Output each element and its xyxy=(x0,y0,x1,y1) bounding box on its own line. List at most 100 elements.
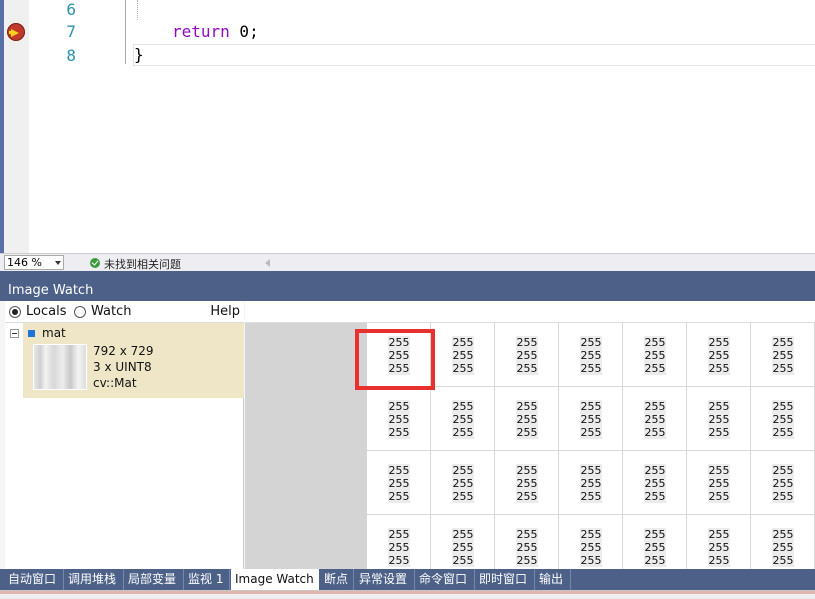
pixel-channel-value: 255 xyxy=(644,541,666,554)
pixel-cell[interactable]: 255 255 255 xyxy=(623,323,687,387)
pixel-channel-value: 255 xyxy=(516,362,538,375)
tab-image-watch[interactable]: Image Watch xyxy=(231,569,319,590)
pixel-cell[interactable]: 255 255 255 xyxy=(751,323,815,387)
viewer-toolbar xyxy=(245,301,815,323)
visual-studio-window: 6 7 8 return 0; } 146 % 未找到相关问题 Image Wa… xyxy=(0,0,815,599)
pixel-cell[interactable]: 255 255 255 xyxy=(559,323,623,387)
pixel-channel-value: 255 xyxy=(388,464,410,477)
pixel-cell[interactable]: 255 255 255 xyxy=(431,387,495,451)
variables-pane: Locals Watch Help mat 792 x 729 3 x UINT… xyxy=(5,301,244,569)
image-viewer[interactable]: 255 255 255 255 255 255 255 255 255 255 255 255 255 2… xyxy=(245,323,815,569)
image-thumbnail[interactable] xyxy=(33,344,87,390)
pixel-channel-value: 255 xyxy=(388,528,410,541)
collapse-icon[interactable] xyxy=(10,329,19,338)
pixel-cell[interactable]: 255 255 255 xyxy=(687,515,751,569)
pixel-channel-value: 255 xyxy=(516,477,538,490)
pixel-channel-value: 255 xyxy=(516,541,538,554)
pixel-channel-value: 255 xyxy=(516,336,538,349)
pixel-cell[interactable]: 255 255 255 xyxy=(495,515,559,569)
pixel-cell[interactable]: 255 255 255 xyxy=(495,387,559,451)
pixel-cell[interactable]: 255 255 255 xyxy=(751,515,815,569)
image-watch-title: Image Watch xyxy=(0,281,815,301)
tab-immediate-window[interactable]: 即时窗口 xyxy=(475,569,535,590)
pixel-cell[interactable]: 255 255 255 xyxy=(431,515,495,569)
image-channels: 3 x UINT8 xyxy=(93,360,152,374)
pixel-channel-value: 255 xyxy=(708,362,730,375)
pixel-channel-value: 255 xyxy=(708,349,730,362)
pixel-channel-value: 255 xyxy=(772,490,794,503)
pixel-channel-value: 255 xyxy=(708,464,730,477)
pixel-channel-value: 255 xyxy=(644,336,666,349)
tab-watch-1[interactable]: 监视 1 xyxy=(184,569,230,590)
pixel-channel-value: 255 xyxy=(772,477,794,490)
issues-status[interactable]: 未找到相关问题 xyxy=(104,256,181,272)
pixel-cell[interactable]: 255 255 255 xyxy=(367,387,431,451)
tab-breakpoints[interactable]: 断点 xyxy=(320,569,354,590)
tab-output[interactable]: 输出 xyxy=(535,569,571,590)
pixel-channel-value: 255 xyxy=(452,400,474,413)
locals-radio[interactable] xyxy=(9,306,21,318)
pixel-channel-value: 255 xyxy=(452,528,474,541)
scroll-left-arrow-icon[interactable] xyxy=(265,259,270,267)
pixel-cell[interactable]: 255 255 255 xyxy=(367,515,431,569)
watch-options: Locals Watch Help xyxy=(5,301,244,323)
pixel-channel-value: 255 xyxy=(772,528,794,541)
return-keyword: return xyxy=(172,22,230,41)
watch-label[interactable]: Watch xyxy=(91,304,131,319)
pixel-cell[interactable]: 255 255 255 xyxy=(559,451,623,515)
pixel-cell[interactable]: 255 255 255 xyxy=(623,387,687,451)
tab-autos[interactable]: 自动窗口 xyxy=(4,569,64,590)
pixel-cell[interactable]: 255 255 255 xyxy=(559,515,623,569)
pixel-cell[interactable]: 255 255 255 xyxy=(687,323,751,387)
pixel-cell[interactable]: 255 255 255 xyxy=(687,387,751,451)
pixel-channel-value: 255 xyxy=(644,426,666,439)
help-link[interactable]: Help xyxy=(210,304,240,319)
pixel-cell[interactable]: 255 255 255 xyxy=(751,451,815,515)
pixel-channel-value: 255 xyxy=(516,413,538,426)
pixel-channel-value: 255 xyxy=(644,349,666,362)
pixel-cell[interactable]: 255 255 255 xyxy=(623,451,687,515)
pixel-cell[interactable]: 255 255 255 xyxy=(751,387,815,451)
pixel-cell[interactable]: 255 255 255 xyxy=(495,323,559,387)
pixel-cell[interactable]: 255 255 255 xyxy=(623,515,687,569)
check-circle-icon xyxy=(90,258,100,268)
current-line-highlight xyxy=(133,44,815,66)
zoom-dropdown[interactable]: 146 % xyxy=(4,255,64,270)
pixel-channel-value: 255 xyxy=(644,362,666,375)
pixel-channel-value: 255 xyxy=(580,362,602,375)
pixel-channel-value: 255 xyxy=(772,362,794,375)
pixel-cell[interactable]: 255 255 255 xyxy=(431,451,495,515)
code-line[interactable]: return 0; xyxy=(172,22,259,41)
pixel-channel-value: 255 xyxy=(772,336,794,349)
pixel-channel-value: 255 xyxy=(644,400,666,413)
tab-call-stack[interactable]: 调用堆栈 xyxy=(64,569,124,590)
status-bar-edge xyxy=(0,590,815,599)
pixel-cell[interactable]: 255 255 255 xyxy=(367,451,431,515)
variable-item-mat[interactable]: mat 792 x 729 3 x UINT8 cv::Mat xyxy=(23,323,244,398)
code-text: 0; xyxy=(229,22,259,41)
pixel-channel-value: 255 xyxy=(708,554,730,567)
code-line[interactable]: } xyxy=(134,45,144,64)
watch-radio[interactable] xyxy=(74,306,86,318)
tab-locals[interactable]: 局部变量 xyxy=(124,569,184,590)
pixel-channel-value: 255 xyxy=(516,426,538,439)
pixel-channel-value: 255 xyxy=(452,554,474,567)
pixel-channel-value: 255 xyxy=(388,490,410,503)
locals-label[interactable]: Locals xyxy=(26,304,66,319)
current-statement-arrow-icon xyxy=(7,23,25,41)
line-number: 8 xyxy=(66,46,76,65)
pixel-cell[interactable]: 255 255 255 xyxy=(495,451,559,515)
pixel-cell[interactable]: 255 255 255 xyxy=(687,451,751,515)
panel-splitter[interactable] xyxy=(0,271,815,281)
pixel-channel-value: 255 xyxy=(452,413,474,426)
pixel-channel-value: 255 xyxy=(388,477,410,490)
tab-command-window[interactable]: 命令窗口 xyxy=(415,569,475,590)
tab-exception-settings[interactable]: 异常设置 xyxy=(355,569,415,590)
pixel-channel-value: 255 xyxy=(644,528,666,541)
code-editor[interactable]: 6 7 8 return 0; } xyxy=(0,0,815,253)
indent-guide xyxy=(137,0,138,20)
pixel-cell[interactable]: 255 255 255 xyxy=(559,387,623,451)
pixel-channel-value: 255 xyxy=(580,528,602,541)
pixel-channel-value: 255 xyxy=(580,490,602,503)
pixel-cell[interactable]: 255 255 255 xyxy=(431,323,495,387)
